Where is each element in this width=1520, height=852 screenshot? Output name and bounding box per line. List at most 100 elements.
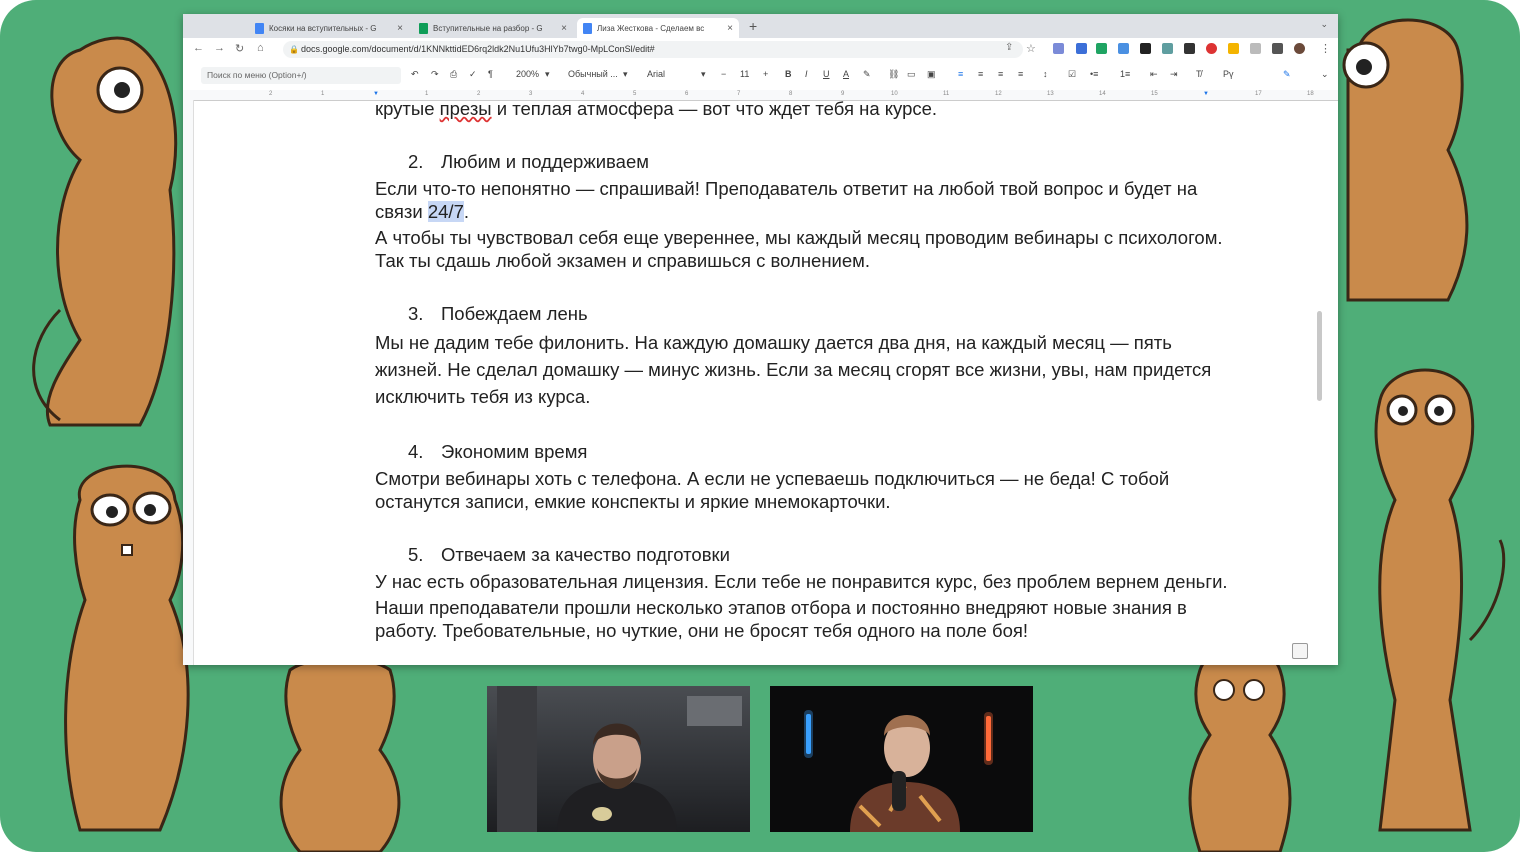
heading-text: Отвечаем за качество подготовки	[441, 544, 730, 565]
highlight-icon[interactable]: ✎	[863, 69, 871, 80]
ruler-tick: 18	[1307, 91, 1314, 97]
text-run: Если что-то непонятно — спрашивай! Препо…	[375, 178, 1198, 222]
align-right-icon[interactable]: ≡	[998, 69, 1003, 79]
ruler-tick: 13	[1047, 91, 1054, 97]
text-color-button[interactable]: A	[843, 69, 849, 79]
extension-icon[interactable]	[1118, 43, 1129, 54]
bulleted-list-icon[interactable]: •≡	[1090, 69, 1098, 79]
ruler-tick: 11	[943, 91, 950, 97]
section-heading: 5. Отвечаем за качество подготовки	[375, 543, 1235, 566]
heading-text: Любим и поддерживаем	[441, 151, 649, 172]
reload-icon[interactable]: ↻	[235, 42, 244, 55]
meerkat-right-bottom-illustration	[1374, 368, 1506, 832]
chevron-down-icon[interactable]: ⌄	[1321, 69, 1329, 80]
print-icon[interactable]: ⎙	[450, 69, 457, 80]
comment-icon[interactable]: ▭	[907, 69, 916, 80]
explore-icon[interactable]	[1292, 643, 1308, 659]
justify-icon[interactable]: ≡	[1018, 69, 1023, 79]
browser-tab-1[interactable]: Косяки на вступительных - G ×	[249, 18, 409, 38]
star-icon[interactable]: ☆	[1026, 42, 1036, 55]
close-icon[interactable]: ×	[561, 23, 567, 34]
edit-mode-icon[interactable]: ✎	[1283, 69, 1291, 80]
tab-title: Лиза Жесткова - Сделаем вс	[597, 23, 705, 33]
vertical-ruler	[183, 100, 194, 665]
ruler-tick: 17	[1255, 91, 1262, 97]
ruler-tick: 2	[477, 91, 481, 97]
tab-strip: Косяки на вступительных - G × Вступитель…	[183, 14, 1338, 38]
extension-icon[interactable]	[1162, 43, 1173, 54]
numbered-list-icon[interactable]: 1≡	[1120, 69, 1130, 79]
line-spacing-icon[interactable]: ↕	[1043, 69, 1048, 79]
kebab-menu-icon[interactable]: ⋮	[1320, 42, 1331, 55]
undo-icon[interactable]: ↶	[411, 69, 419, 80]
image-icon[interactable]: ▣	[927, 69, 936, 80]
drive-icon[interactable]	[1096, 43, 1107, 54]
avatar[interactable]	[1294, 43, 1305, 54]
extension-icon[interactable]	[1250, 43, 1261, 54]
clear-format-icon[interactable]: T̸	[1196, 69, 1202, 79]
increase-indent-icon[interactable]: ⇥	[1170, 69, 1178, 80]
paragraph: Мы не дадим тебе филонить. На каждую дом…	[375, 332, 1212, 407]
browser-tab-2[interactable]: Вступительные на разбор - G ×	[413, 18, 573, 38]
meerkat-right-top-illustration	[1342, 18, 1469, 302]
close-icon[interactable]: ×	[397, 23, 403, 34]
extension-icon[interactable]	[1076, 43, 1087, 54]
share-icon[interactable]: ⇪	[1005, 42, 1013, 53]
misspelled-word[interactable]: презы	[440, 101, 492, 119]
document-page[interactable]: крутые презы и теплая атмосфера — вот чт…	[194, 101, 1324, 665]
puzzle-icon[interactable]	[1272, 43, 1283, 54]
italic-button[interactable]: I	[805, 69, 808, 79]
adblock-icon[interactable]	[1206, 43, 1217, 54]
redo-icon[interactable]: ↷	[431, 69, 439, 80]
paragraph: У нас есть образовательная лицензия. Есл…	[375, 571, 1228, 592]
font-select[interactable]: Arial	[647, 69, 665, 79]
extension-icon[interactable]	[1184, 43, 1195, 54]
tab-title: Косяки на вступительных - G	[269, 23, 377, 33]
video-tile-participant-2[interactable]	[770, 686, 1033, 832]
decrease-indent-icon[interactable]: ⇤	[1150, 69, 1158, 80]
increase-size-icon[interactable]: +	[763, 69, 768, 79]
video-tile-participant-1[interactable]	[487, 686, 750, 832]
sheets-icon	[419, 22, 428, 34]
ruler-tick: 10	[891, 91, 898, 97]
extension-icon[interactable]	[1228, 43, 1239, 54]
extension-icon[interactable]	[1140, 43, 1151, 54]
underline-button[interactable]: U	[823, 69, 830, 79]
decrease-size-icon[interactable]: −	[721, 69, 726, 79]
ruler-tick: 3	[529, 91, 533, 97]
zoom-select[interactable]: 200%	[516, 69, 539, 79]
scrollbar[interactable]	[1317, 311, 1322, 401]
extension-icon[interactable]	[1053, 43, 1064, 54]
right-indent-marker[interactable]: ▼	[1203, 91, 1209, 97]
paragraph: Смотри вебинары хоть с телефона. А если …	[375, 468, 1170, 512]
ruler-tick: 9	[841, 91, 845, 97]
bold-button[interactable]: B	[785, 69, 792, 79]
indent-marker[interactable]: ▼	[373, 91, 379, 97]
spellcheck-icon[interactable]: ✓	[469, 69, 477, 80]
app-frame: Косяки на вступительных - G × Вступитель…	[0, 0, 1520, 852]
browser-tab-3-active[interactable]: Лиза Жесткова - Сделаем вс ×	[577, 18, 739, 38]
paint-format-icon[interactable]: ¶	[488, 69, 493, 79]
checklist-icon[interactable]: ☑	[1068, 69, 1076, 80]
home-icon[interactable]: ⌂	[257, 42, 264, 54]
menu-search-input[interactable]: Поиск по меню (Option+/)	[201, 67, 401, 84]
back-icon[interactable]: ←	[193, 42, 204, 54]
close-icon[interactable]: ×	[727, 23, 733, 34]
align-center-icon[interactable]: ≡	[978, 69, 983, 79]
meerkat-left-top-illustration	[32, 36, 178, 427]
section-heading: 2. Любим и поддерживаем	[375, 150, 1235, 173]
font-size-input[interactable]: 11	[740, 69, 749, 79]
input-tools-button[interactable]: Рү	[1223, 69, 1234, 79]
link-icon[interactable]: ⛓	[888, 69, 899, 80]
style-select[interactable]: Обычный ...	[568, 69, 618, 79]
address-bar[interactable]: 🔒 docs.google.com/document/d/1KNNkttidED…	[283, 41, 1023, 58]
forward-icon[interactable]: →	[214, 42, 225, 54]
align-left-icon[interactable]: ≡	[958, 69, 963, 79]
address-row: ← → ↻ ⌂ 🔒 docs.google.com/document/d/1KN…	[183, 38, 1338, 63]
list-number: 5.	[408, 544, 424, 565]
chevron-down-icon[interactable]: ⌄	[1320, 19, 1328, 30]
selected-text[interactable]: 24/7	[427, 201, 464, 222]
ruler-tick: 8	[789, 91, 793, 97]
new-tab-icon[interactable]: +	[749, 18, 757, 34]
text-run: крутые	[375, 101, 440, 119]
